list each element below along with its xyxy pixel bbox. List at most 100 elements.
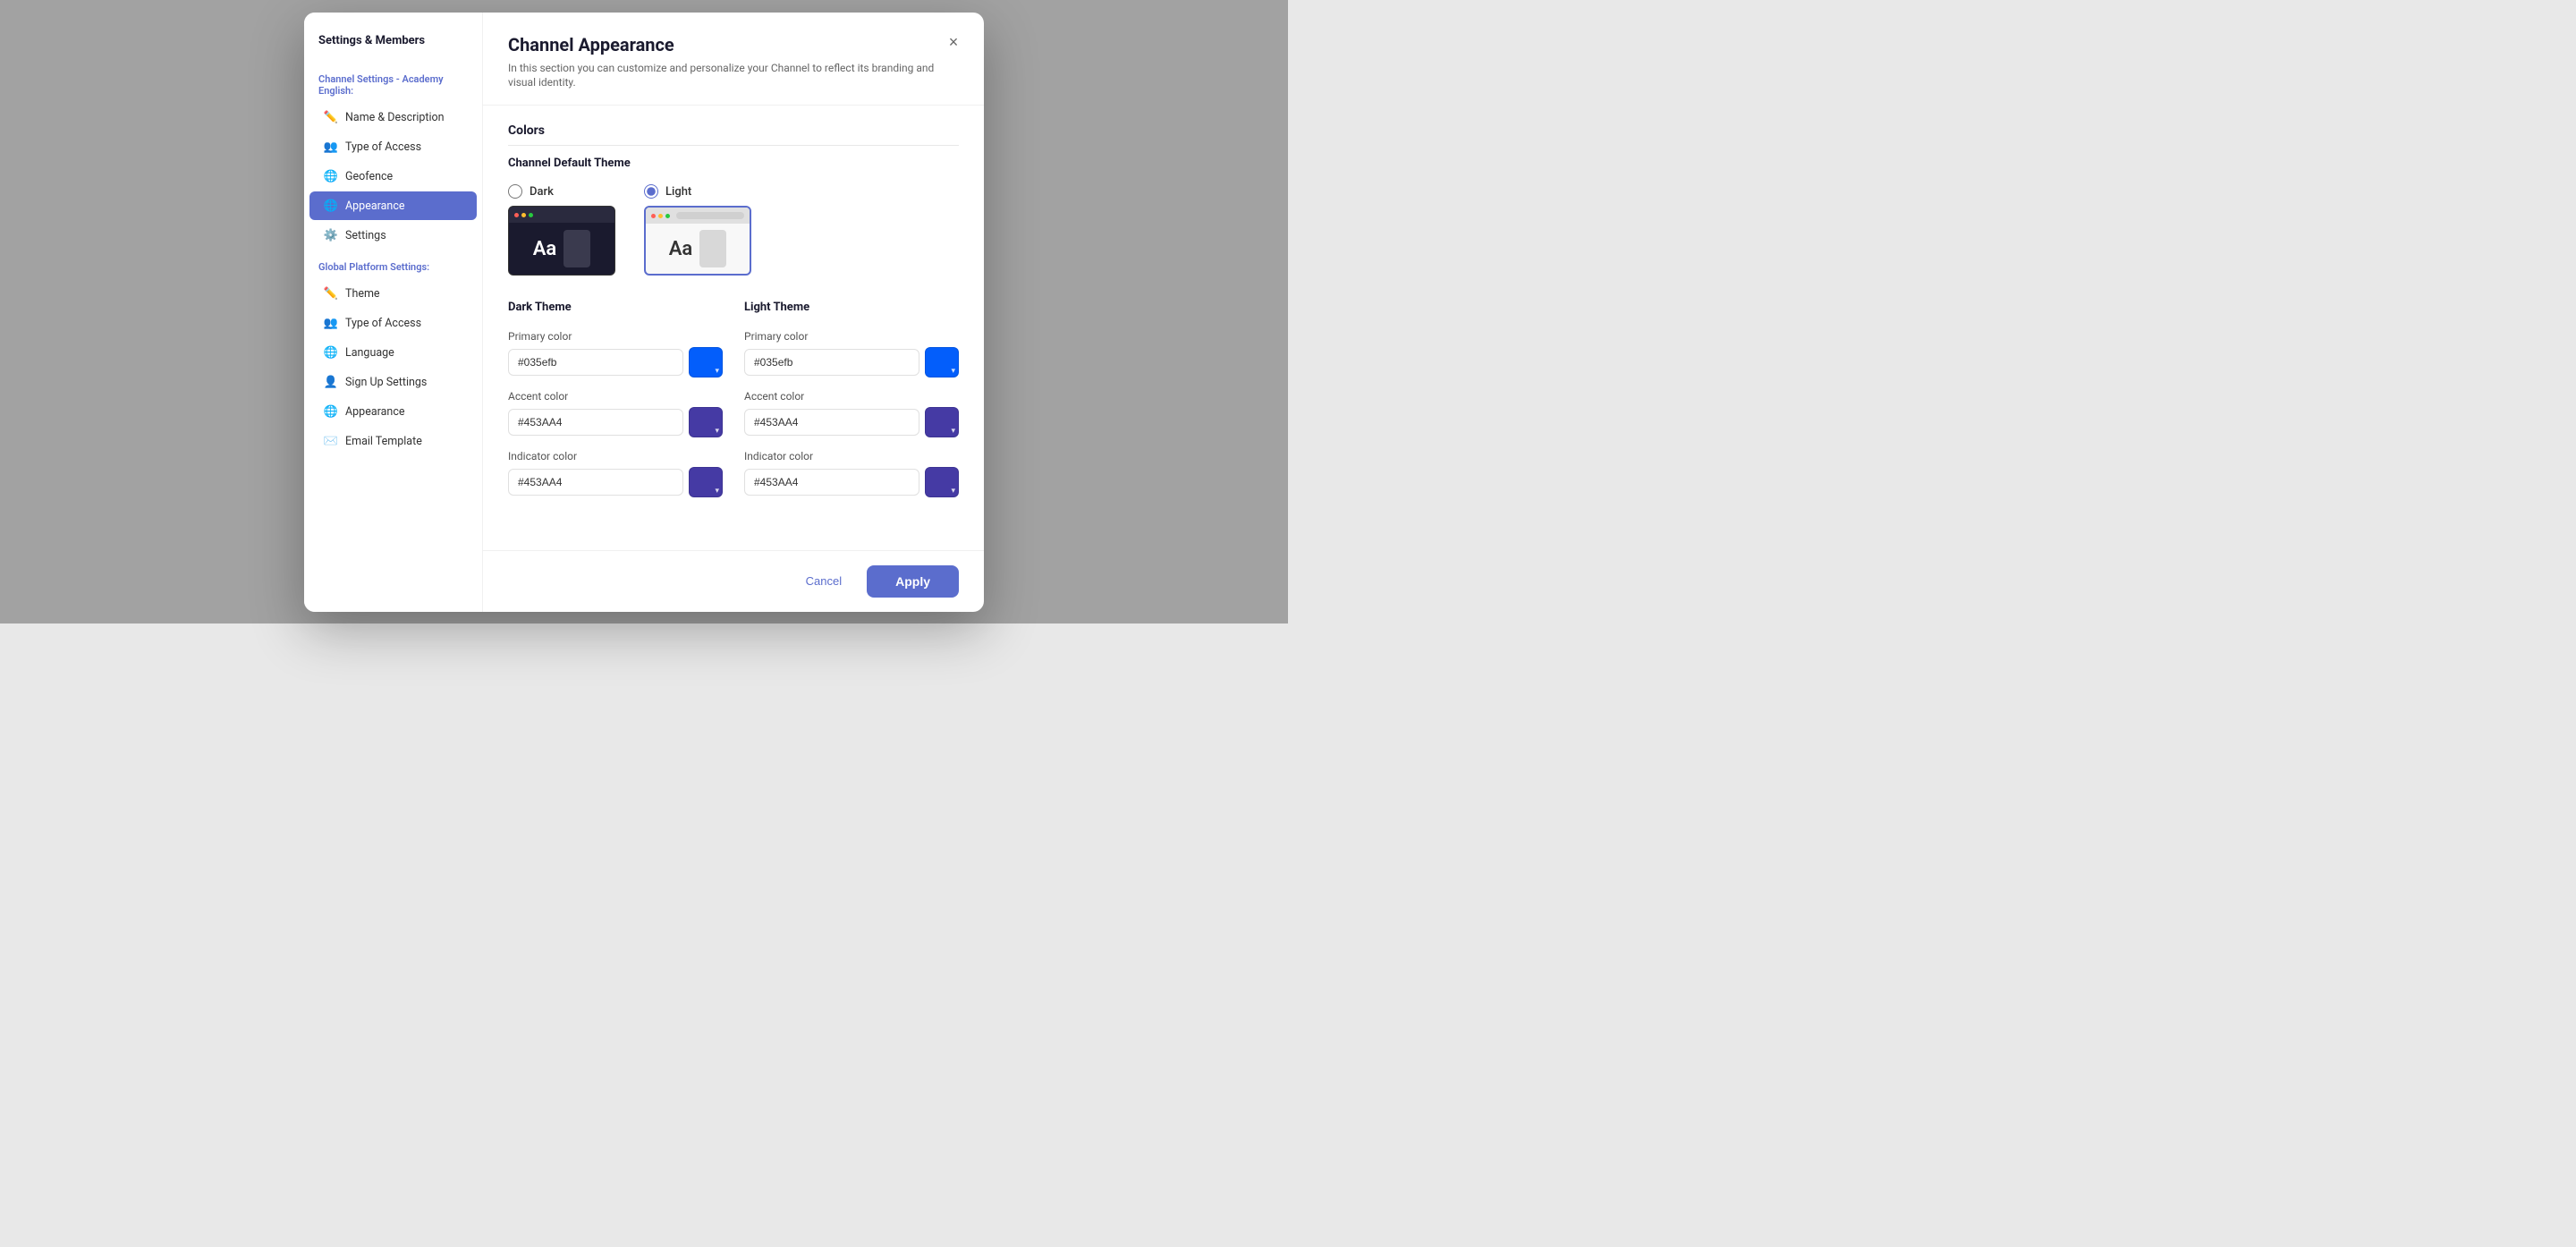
sidebar-item-label: Email Template (345, 435, 422, 448)
dark-accent-color-input[interactable] (508, 409, 683, 436)
globe-circle-icon: 🌐 (324, 404, 338, 419)
preview-body: Aa (646, 224, 750, 274)
sidebar-item-appearance[interactable]: 🌐 Appearance (309, 191, 477, 220)
light-theme-title: Light Theme (744, 301, 959, 314)
theme-section-title: Channel Default Theme (508, 157, 959, 170)
dark-primary-color-row: Primary color (508, 330, 723, 377)
modal-header: Channel Appearance In this section you c… (483, 13, 984, 106)
dark-primary-label: Primary color (508, 330, 723, 343)
close-button[interactable]: × (941, 30, 966, 55)
global-section-label: Global Platform Settings: (304, 250, 482, 278)
preview-body: Aa (509, 223, 614, 275)
globe-icon: 🌐 (324, 169, 338, 183)
preview-aa-text: Aa (669, 238, 693, 260)
globe-circle-icon: 🌐 (324, 199, 338, 213)
envelope-icon: ✉️ (324, 434, 338, 448)
light-indicator-color-input[interactable] (744, 469, 919, 496)
light-theme-radio[interactable] (644, 184, 658, 199)
preview-titlebar (509, 207, 614, 223)
light-theme-header: Light (644, 184, 691, 199)
dark-theme-title: Dark Theme (508, 301, 723, 314)
dot-green (529, 213, 533, 217)
light-primary-input-wrapper (744, 347, 959, 377)
light-accent-input-wrapper (744, 407, 959, 437)
apply-button[interactable]: Apply (867, 565, 959, 598)
light-indicator-color-row: Indicator color (744, 450, 959, 497)
sidebar-item-theme[interactable]: ✏️ Theme (309, 279, 477, 308)
dark-theme-header: Dark (508, 184, 554, 199)
sidebar-item-appearance-global[interactable]: 🌐 Appearance (309, 397, 477, 426)
light-accent-label: Accent color (744, 390, 959, 403)
dark-theme-option: Dark Aa (508, 184, 615, 276)
theme-options: Dark Aa (508, 184, 959, 276)
sidebar-item-label: Type of Access (345, 140, 421, 154)
dot-green (665, 214, 670, 218)
dot-red (651, 214, 656, 218)
preview-titlebar (646, 208, 750, 224)
dark-primary-swatch[interactable] (689, 347, 723, 377)
light-accent-swatch[interactable] (925, 407, 959, 437)
sidebar-item-type-of-access[interactable]: 👥 Type of Access (309, 132, 477, 161)
colors-section-label: Colors (508, 123, 959, 146)
light-theme-option: Light Aa (644, 184, 751, 276)
globe-icon: 🌐 (324, 345, 338, 360)
modal-body: Colors Channel Default Theme Dark (483, 106, 984, 549)
dark-accent-label: Accent color (508, 390, 723, 403)
sidebar-item-email-template[interactable]: ✉️ Email Template (309, 427, 477, 455)
sidebar-item-label: Name & Description (345, 111, 445, 124)
users-icon: 👥 (324, 316, 338, 330)
sidebar-item-label: Sign Up Settings (345, 376, 427, 389)
light-theme-label: Light (665, 185, 691, 199)
dark-indicator-label: Indicator color (508, 450, 723, 462)
modal-subtitle: In this section you can customize and pe… (508, 61, 959, 91)
light-indicator-swatch[interactable] (925, 467, 959, 497)
dark-accent-input-wrapper (508, 407, 723, 437)
sidebar: Settings & Members Channel Settings - Ac… (304, 13, 483, 612)
light-theme-preview: Aa (644, 206, 751, 276)
cancel-button[interactable]: Cancel (792, 567, 856, 595)
preview-aa-text: Aa (533, 238, 557, 260)
dark-theme-label: Dark (530, 185, 554, 199)
sidebar-item-settings[interactable]: ⚙️ Settings (309, 221, 477, 250)
light-accent-color-input[interactable] (744, 409, 919, 436)
light-primary-label: Primary color (744, 330, 959, 343)
preview-box (699, 230, 726, 267)
modal-main: Channel Appearance In this section you c… (483, 13, 984, 612)
dark-indicator-color-input[interactable] (508, 469, 683, 496)
sidebar-item-sign-up-settings[interactable]: 👤 Sign Up Settings (309, 368, 477, 396)
dark-accent-swatch[interactable] (689, 407, 723, 437)
dot-red (514, 213, 519, 217)
light-primary-color-input[interactable] (744, 349, 919, 376)
sidebar-item-name-description[interactable]: ✏️ Name & Description (309, 103, 477, 131)
color-themes-grid: Dark Theme Primary color Accent color (508, 301, 959, 497)
sidebar-item-type-of-access-global[interactable]: 👥 Type of Access (309, 309, 477, 337)
light-indicator-input-wrapper (744, 467, 959, 497)
user-icon: 👤 (324, 375, 338, 389)
sidebar-item-language[interactable]: 🌐 Language (309, 338, 477, 367)
dark-theme-colors: Dark Theme Primary color Accent color (508, 301, 723, 497)
pencil-icon: ✏️ (324, 110, 338, 124)
dark-theme-radio[interactable] (508, 184, 522, 199)
sidebar-item-label: Appearance (345, 199, 405, 213)
sidebar-item-label: Appearance (345, 405, 405, 419)
dot-yellow (521, 213, 526, 217)
light-primary-swatch[interactable] (925, 347, 959, 377)
sidebar-item-label: Language (345, 346, 394, 360)
sidebar-item-label: Type of Access (345, 317, 421, 330)
modal-footer: Cancel Apply (483, 550, 984, 612)
dark-accent-color-row: Accent color (508, 390, 723, 437)
sidebar-item-label: Theme (345, 287, 380, 301)
light-theme-colors: Light Theme Primary color Accent color (744, 301, 959, 497)
settings-modal: Settings & Members Channel Settings - Ac… (304, 13, 984, 612)
light-indicator-label: Indicator color (744, 450, 959, 462)
light-primary-color-row: Primary color (744, 330, 959, 377)
dark-indicator-color-row: Indicator color (508, 450, 723, 497)
users-icon: 👥 (324, 140, 338, 154)
dark-primary-input-wrapper (508, 347, 723, 377)
light-accent-color-row: Accent color (744, 390, 959, 437)
sidebar-item-label: Settings (345, 229, 386, 242)
dark-indicator-swatch[interactable] (689, 467, 723, 497)
pencil-icon: ✏️ (324, 286, 338, 301)
dark-primary-color-input[interactable] (508, 349, 683, 376)
sidebar-item-geofence[interactable]: 🌐 Geofence (309, 162, 477, 191)
